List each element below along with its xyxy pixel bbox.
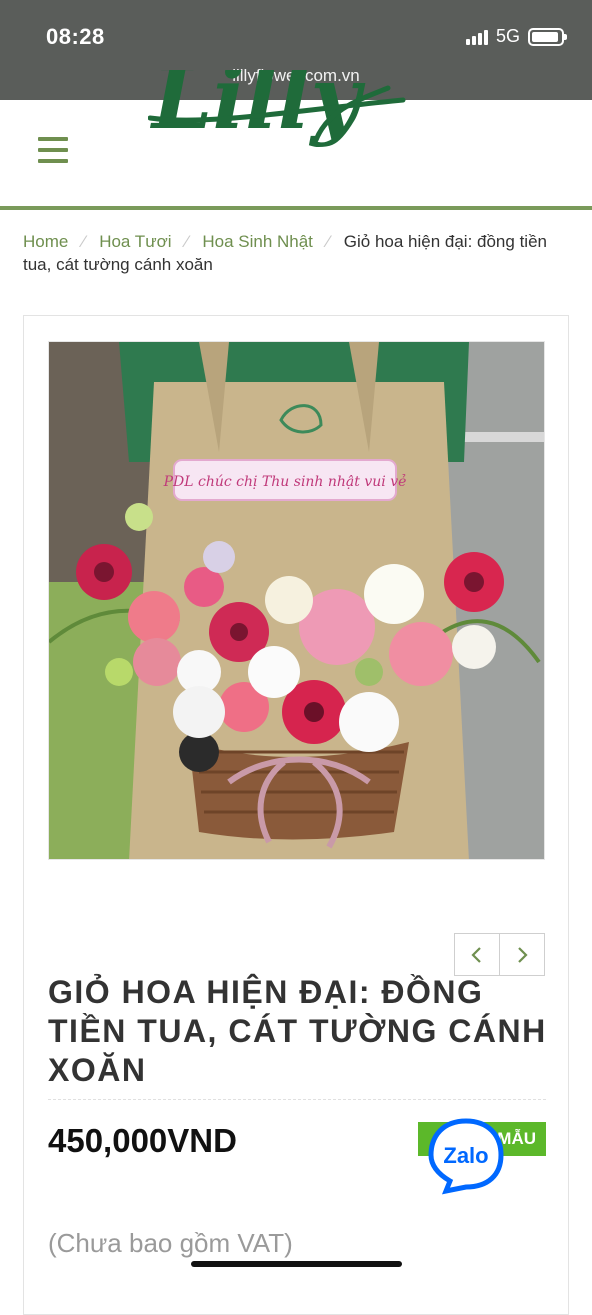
chevron-left-icon — [471, 946, 481, 963]
breadcrumb-hoa-tuoi[interactable]: Hoa Tươi — [99, 232, 171, 251]
breadcrumb-hoa-sinh-nhat[interactable]: Hoa Sinh Nhật — [202, 232, 313, 251]
next-image-button[interactable] — [499, 933, 545, 976]
breadcrumb-separator: ⁄ — [185, 232, 189, 251]
home-indicator[interactable] — [191, 1261, 402, 1267]
product-image[interactable]: PDL chúc chị Thu sinh nhật vui vẻ — [48, 341, 545, 860]
product-card: PDL chúc chị Thu sinh nhật vui vẻ GIỎ HO… — [23, 315, 569, 1315]
zalo-label: Zalo — [443, 1143, 488, 1168]
signal-icon — [465, 29, 488, 45]
site-logo[interactable]: Lilly — [148, 70, 418, 160]
breadcrumb-home[interactable]: Home — [23, 232, 68, 251]
card-message: PDL chúc chị Thu sinh nhật vui vẻ — [163, 473, 407, 490]
breadcrumb-separator: ⁄ — [326, 232, 330, 251]
status-time: 08:28 — [46, 24, 105, 49]
zalo-chat-icon[interactable]: Zalo — [428, 1117, 504, 1197]
chevron-right-icon — [518, 946, 528, 963]
vat-note: (Chưa bao gồm VAT) — [48, 1228, 293, 1258]
prev-image-button[interactable] — [454, 933, 500, 976]
product-price: 450,000VND — [48, 1122, 237, 1159]
breadcrumb: Home ⁄ Hoa Tươi ⁄ Hoa Sinh Nhật ⁄ Giỏ hoa hiện… — [23, 230, 568, 276]
gallery-nav — [454, 933, 545, 976]
product-title: GIỎ HOA HIỆN ĐẠI: ĐỒNG TIỀN TUA, CÁT TƯỜ… — [48, 974, 547, 1088]
flower-basket-illustration: PDL chúc chị Thu sinh nhật vui vẻ — [49, 342, 544, 859]
status-network: 5G — [465, 26, 567, 47]
hamburger-icon[interactable] — [38, 137, 68, 163]
network-label: 5G — [495, 26, 520, 46]
divider — [48, 1099, 546, 1100]
breadcrumb-separator: ⁄ — [82, 232, 86, 251]
site-header: Lilly — [0, 70, 592, 210]
battery-icon — [528, 27, 567, 46]
